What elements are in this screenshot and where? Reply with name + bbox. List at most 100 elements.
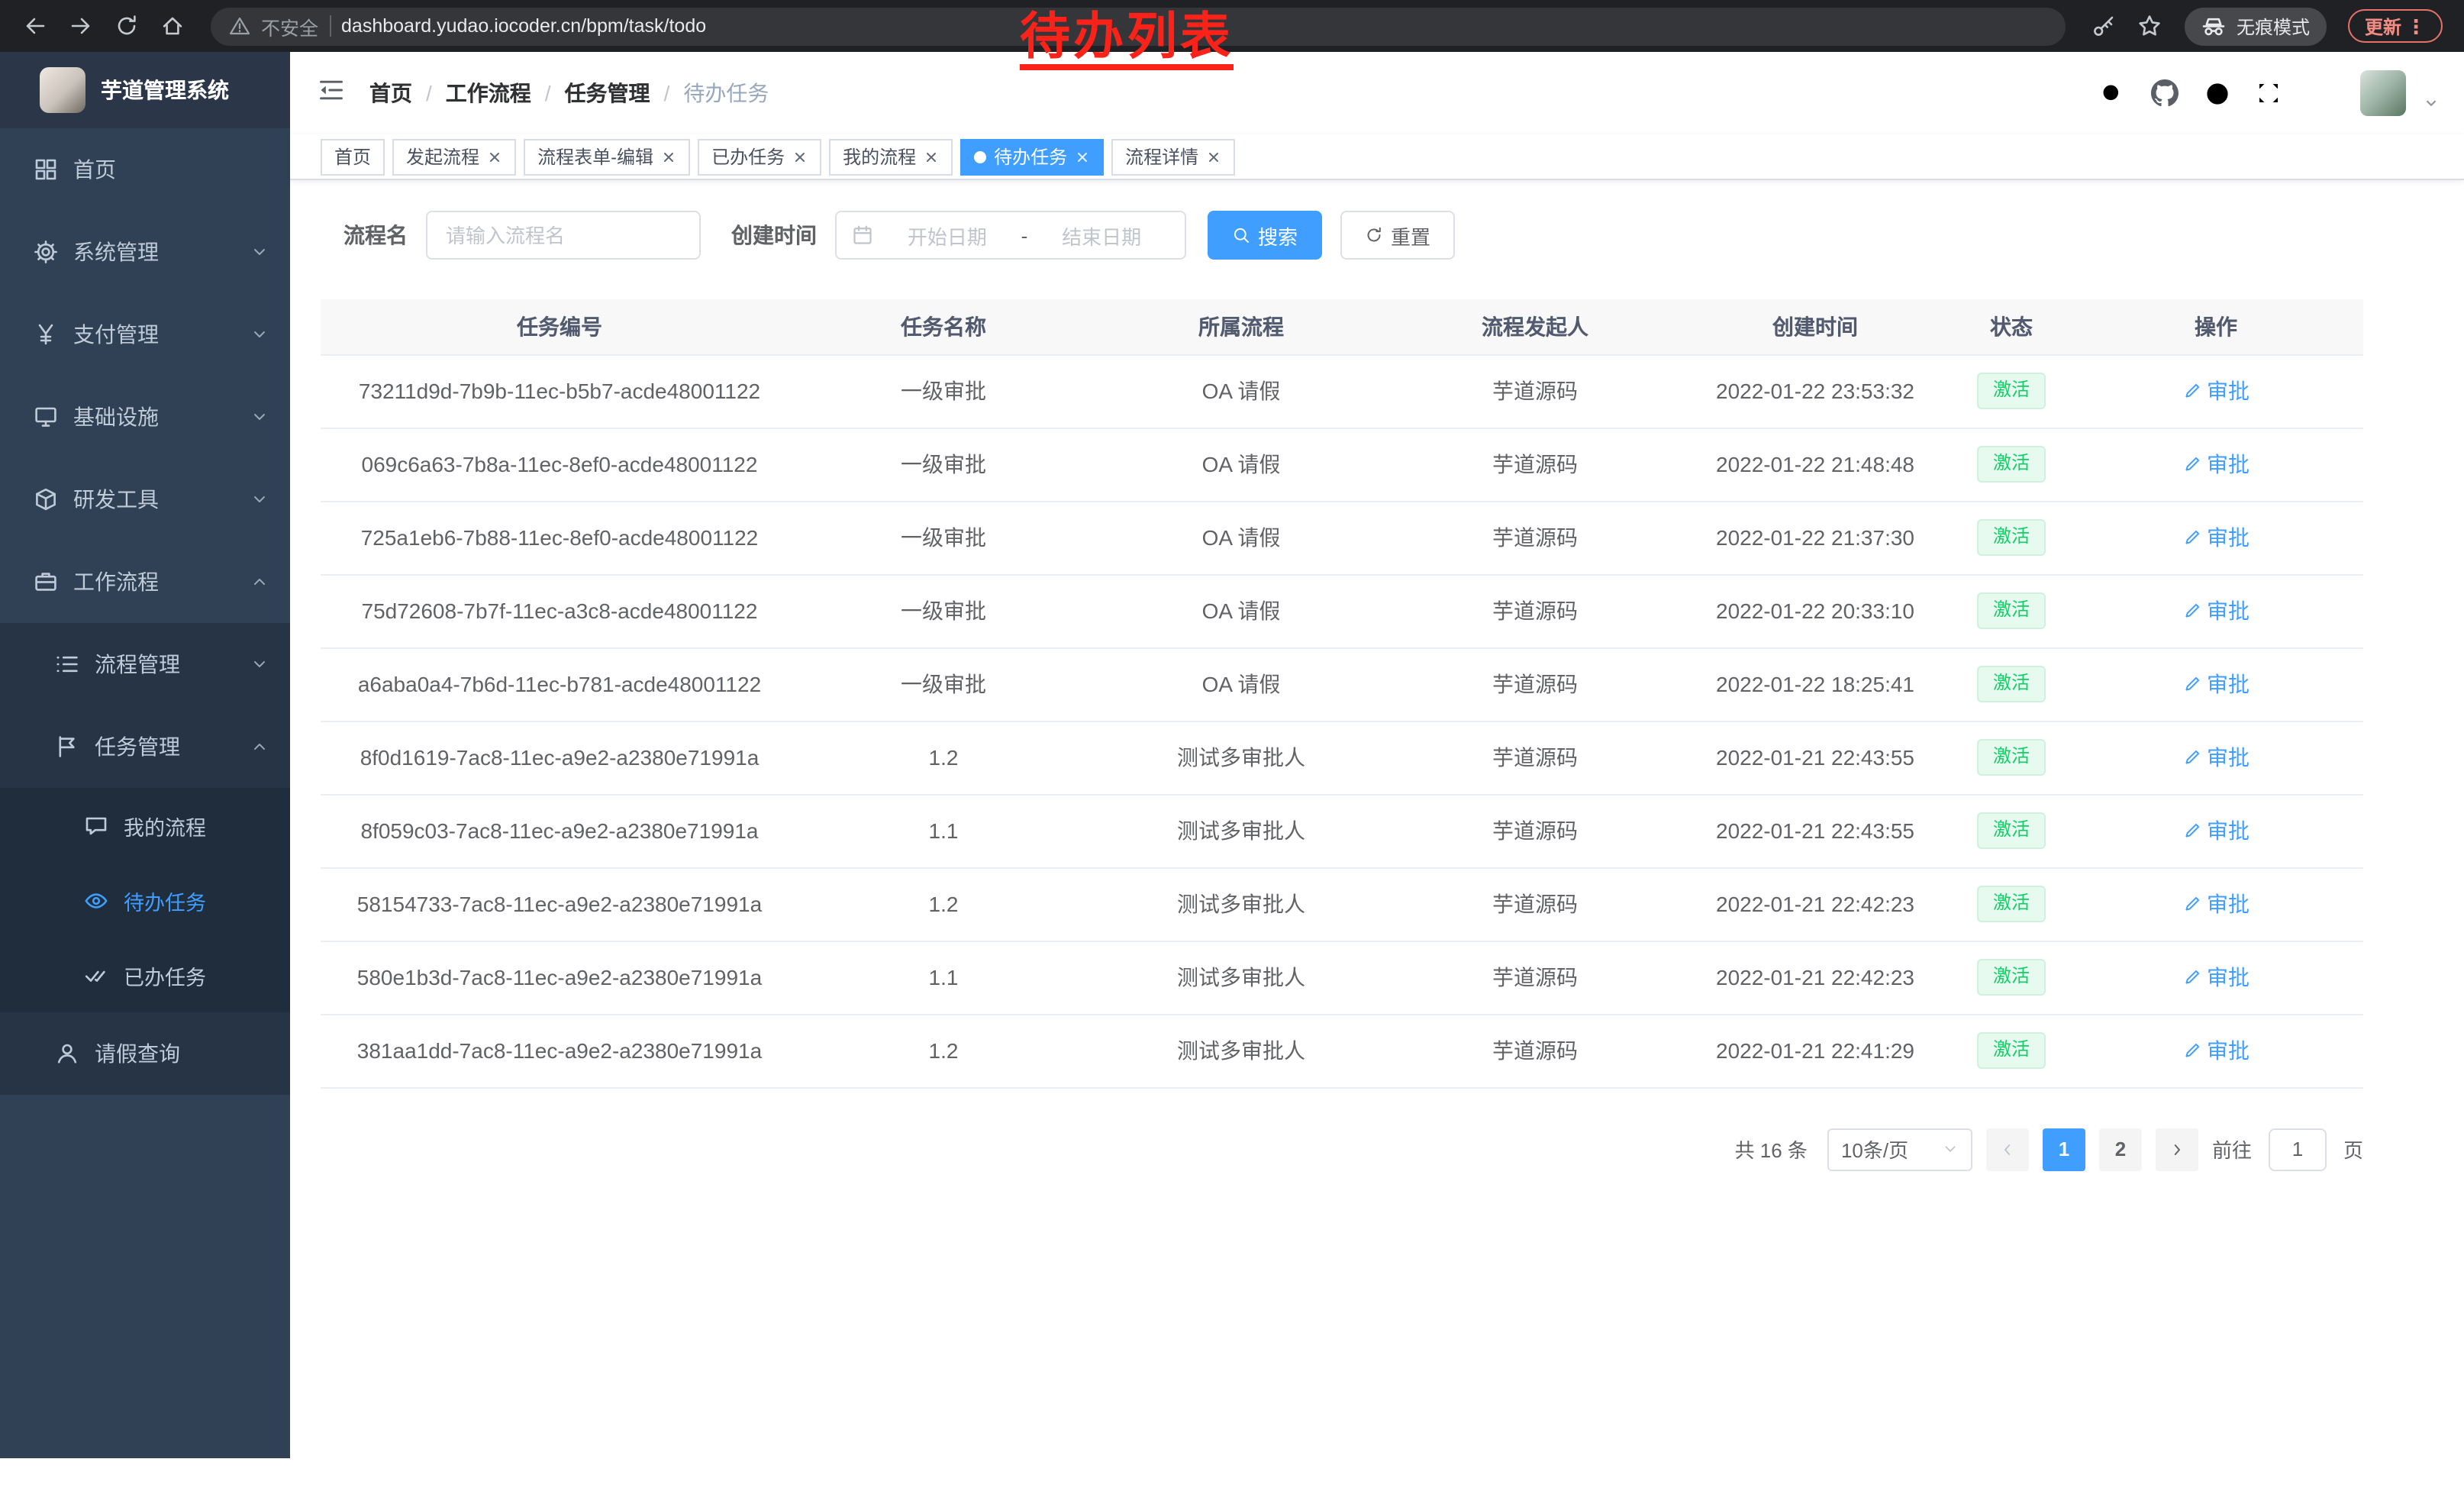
sidebar-item-devtools[interactable]: 研发工具 bbox=[0, 458, 290, 541]
goto-page-input[interactable] bbox=[2269, 1128, 2327, 1170]
status-badge: 激活 bbox=[1978, 592, 2045, 628]
help-icon[interactable] bbox=[2204, 80, 2230, 106]
tab-process-form-edit[interactable]: 流程表单-编辑 bbox=[524, 138, 690, 175]
browser-forward-button[interactable] bbox=[61, 6, 101, 46]
tab-done-tasks[interactable]: 已办任务 bbox=[698, 138, 821, 175]
browser-menu-icon[interactable]: ⋮ bbox=[2406, 16, 2426, 36]
approve-link[interactable]: 审批 bbox=[2182, 376, 2250, 406]
gear-icon bbox=[34, 240, 58, 264]
github-icon[interactable] bbox=[2151, 79, 2179, 107]
sidebar-item-home[interactable]: 首页 bbox=[0, 128, 290, 211]
tab-todo-tasks[interactable]: 待办任务 bbox=[960, 138, 1104, 175]
page-button-1[interactable]: 1 bbox=[2043, 1128, 2085, 1170]
pagination-total: 共 16 条 bbox=[1735, 1135, 1808, 1164]
breadcrumb: 首页 / 工作流程 / 任务管理 / 待办任务 bbox=[369, 78, 769, 108]
approve-link[interactable]: 审批 bbox=[2182, 669, 2250, 699]
approve-link[interactable]: 审批 bbox=[2182, 962, 2250, 993]
table-row: 381aa1dd-7ac8-11ec-a9e2-a2380e71991a 1.2… bbox=[321, 1014, 2363, 1087]
sidebar-item-payment[interactable]: 支付管理 bbox=[0, 293, 290, 376]
column-header-task-id: 任务编号 bbox=[321, 299, 798, 354]
font-size-icon[interactable] bbox=[2307, 79, 2334, 107]
sidebar-item-infrastructure[interactable]: 基础设施 bbox=[0, 376, 290, 458]
breadcrumb-task-management[interactable]: 任务管理 bbox=[565, 78, 650, 108]
fullscreen-icon[interactable] bbox=[2256, 81, 2281, 105]
avatar-dropdown-icon bbox=[2423, 95, 2440, 111]
sidebar-item-todo-tasks[interactable]: 待办任务 bbox=[0, 863, 290, 938]
sidebar-item-task-management[interactable]: 任务管理 bbox=[0, 705, 290, 788]
search-button-label: 搜索 bbox=[1258, 221, 1298, 250]
date-range-picker[interactable]: 开始日期 - 结束日期 bbox=[835, 211, 1186, 260]
sidebar-item-leave-query[interactable]: 请假查询 bbox=[0, 1012, 290, 1095]
sidebar-item-label: 流程管理 bbox=[95, 649, 235, 679]
tab-close-icon[interactable] bbox=[487, 149, 502, 164]
tab-close-icon[interactable] bbox=[1075, 149, 1090, 164]
cell-status: 激活 bbox=[1954, 1014, 2069, 1087]
cell-process: 测试多审批人 bbox=[1088, 867, 1394, 941]
cell-process: OA 请假 bbox=[1088, 354, 1394, 428]
table-row: 58154733-7ac8-11ec-a9e2-a2380e71991a 1.2… bbox=[321, 867, 2363, 941]
tab-close-icon[interactable] bbox=[661, 149, 676, 164]
page-root: 不安全 dashboard.yudao.iocoder.cn/bpm/task/… bbox=[0, 0, 2464, 1501]
sidebar-item-done-tasks[interactable]: 已办任务 bbox=[0, 938, 290, 1012]
app-title: 芋道管理系统 bbox=[101, 75, 229, 105]
browser-back-button[interactable] bbox=[15, 6, 55, 46]
header-actions bbox=[2099, 70, 2440, 116]
tab-process-detail[interactable]: 流程详情 bbox=[1111, 138, 1235, 175]
approve-link[interactable]: 审批 bbox=[2182, 449, 2250, 479]
tab-start-process[interactable]: 发起流程 bbox=[392, 138, 516, 175]
create-time-label: 创建时间 bbox=[731, 220, 817, 250]
cell-created-time: 2022-01-21 22:42:23 bbox=[1676, 941, 1954, 1014]
search-icon[interactable] bbox=[2099, 80, 2125, 106]
approve-link[interactable]: 审批 bbox=[2182, 522, 2250, 553]
cell-task-name: 一级审批 bbox=[798, 501, 1088, 574]
key-icon[interactable] bbox=[2084, 6, 2124, 46]
browser-home-button[interactable] bbox=[153, 6, 192, 46]
approve-link[interactable]: 审批 bbox=[2182, 1035, 2250, 1066]
cell-task-name: 1.2 bbox=[798, 1014, 1088, 1087]
chat-icon bbox=[84, 813, 108, 838]
browser-update-button[interactable]: 更新 ⋮ bbox=[2348, 9, 2443, 43]
cell-actions: 审批 bbox=[2069, 647, 2363, 721]
bookmark-star-icon[interactable] bbox=[2130, 6, 2169, 46]
page-button-2[interactable]: 2 bbox=[2099, 1128, 2142, 1170]
approve-link[interactable]: 审批 bbox=[2182, 742, 2250, 773]
cell-created-time: 2022-01-22 21:37:30 bbox=[1676, 501, 1954, 574]
sidebar-item-process-management[interactable]: 流程管理 bbox=[0, 623, 290, 705]
approve-link[interactable]: 审批 bbox=[2182, 889, 2250, 919]
prev-page-button[interactable] bbox=[1986, 1128, 2029, 1170]
avatar[interactable] bbox=[2360, 70, 2406, 116]
browser-reload-button[interactable] bbox=[107, 6, 147, 46]
tab-close-icon[interactable] bbox=[1206, 149, 1221, 164]
cell-task-name: 1.2 bbox=[798, 867, 1088, 941]
cell-status: 激活 bbox=[1954, 647, 2069, 721]
cell-task-id: 069c6a63-7b8a-11ec-8ef0-acde48001122 bbox=[321, 428, 798, 501]
breadcrumb-home[interactable]: 首页 bbox=[369, 78, 412, 108]
tab-my-processes[interactable]: 我的流程 bbox=[829, 138, 953, 175]
table-row: 069c6a63-7b8a-11ec-8ef0-acde48001122 一级审… bbox=[321, 428, 2363, 501]
approve-link[interactable]: 审批 bbox=[2182, 596, 2250, 626]
tab-label: 已办任务 bbox=[711, 144, 785, 169]
tab-close-icon[interactable] bbox=[924, 149, 939, 164]
next-page-button[interactable] bbox=[2156, 1128, 2198, 1170]
column-header-status: 状态 bbox=[1954, 299, 2069, 354]
breadcrumb-current: 待办任务 bbox=[683, 78, 769, 108]
sidebar-item-my-processes[interactable]: 我的流程 bbox=[0, 788, 290, 863]
page-size-select[interactable]: 10条/页 bbox=[1827, 1128, 1972, 1170]
sidebar-item-system[interactable]: 系统管理 bbox=[0, 211, 290, 293]
tab-close-icon[interactable] bbox=[792, 149, 808, 164]
edit-icon bbox=[2182, 822, 2201, 840]
cell-actions: 审批 bbox=[2069, 1014, 2363, 1087]
search-button[interactable]: 搜索 bbox=[1208, 211, 1322, 260]
sidebar-item-workflow[interactable]: 工作流程 bbox=[0, 541, 290, 623]
approve-link[interactable]: 审批 bbox=[2182, 815, 2250, 846]
breadcrumb-workflow[interactable]: 工作流程 bbox=[446, 78, 531, 108]
chevron-down-icon bbox=[250, 325, 269, 344]
cell-status: 激活 bbox=[1954, 721, 2069, 794]
security-warning-icon bbox=[229, 15, 250, 37]
cell-status: 激活 bbox=[1954, 428, 2069, 501]
sidebar-fold-icon[interactable] bbox=[318, 76, 345, 111]
process-name-input[interactable] bbox=[426, 211, 701, 260]
tab-home[interactable]: 首页 bbox=[321, 138, 385, 175]
sidebar-menu: 首页 系统管理 支付管理 基础设施 研发工具 bbox=[0, 128, 290, 1095]
reset-button[interactable]: 重置 bbox=[1340, 211, 1455, 260]
